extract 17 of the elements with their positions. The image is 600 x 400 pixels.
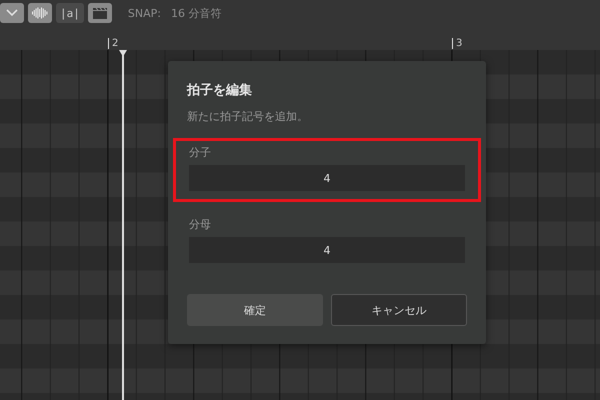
field-label: 分子 [189, 145, 211, 160]
cancel-button[interactable]: キャンセル [331, 294, 467, 326]
field-label: 分母 [189, 217, 211, 232]
snap-value[interactable]: 16 分音符 [170, 6, 222, 20]
clapperboard-button[interactable] [88, 3, 112, 23]
waveform-button[interactable] [28, 3, 52, 23]
chevron-button[interactable] [0, 3, 24, 23]
number-input-field[interactable]: 4 [189, 237, 465, 263]
dialog-title: 拍子を編集 [187, 82, 253, 99]
clapperboard-icon [92, 7, 108, 19]
text-tool-button[interactable]: |a| [56, 3, 84, 23]
dialog-description: 新たに拍子記号を追加。 [187, 109, 309, 124]
chevron-down-icon [6, 9, 18, 17]
confirm-button[interactable]: 確定 [187, 294, 323, 326]
waveform-icon [32, 7, 48, 19]
snap-label: SNAP: [128, 6, 161, 20]
number-input-field[interactable]: 4 [189, 165, 465, 191]
